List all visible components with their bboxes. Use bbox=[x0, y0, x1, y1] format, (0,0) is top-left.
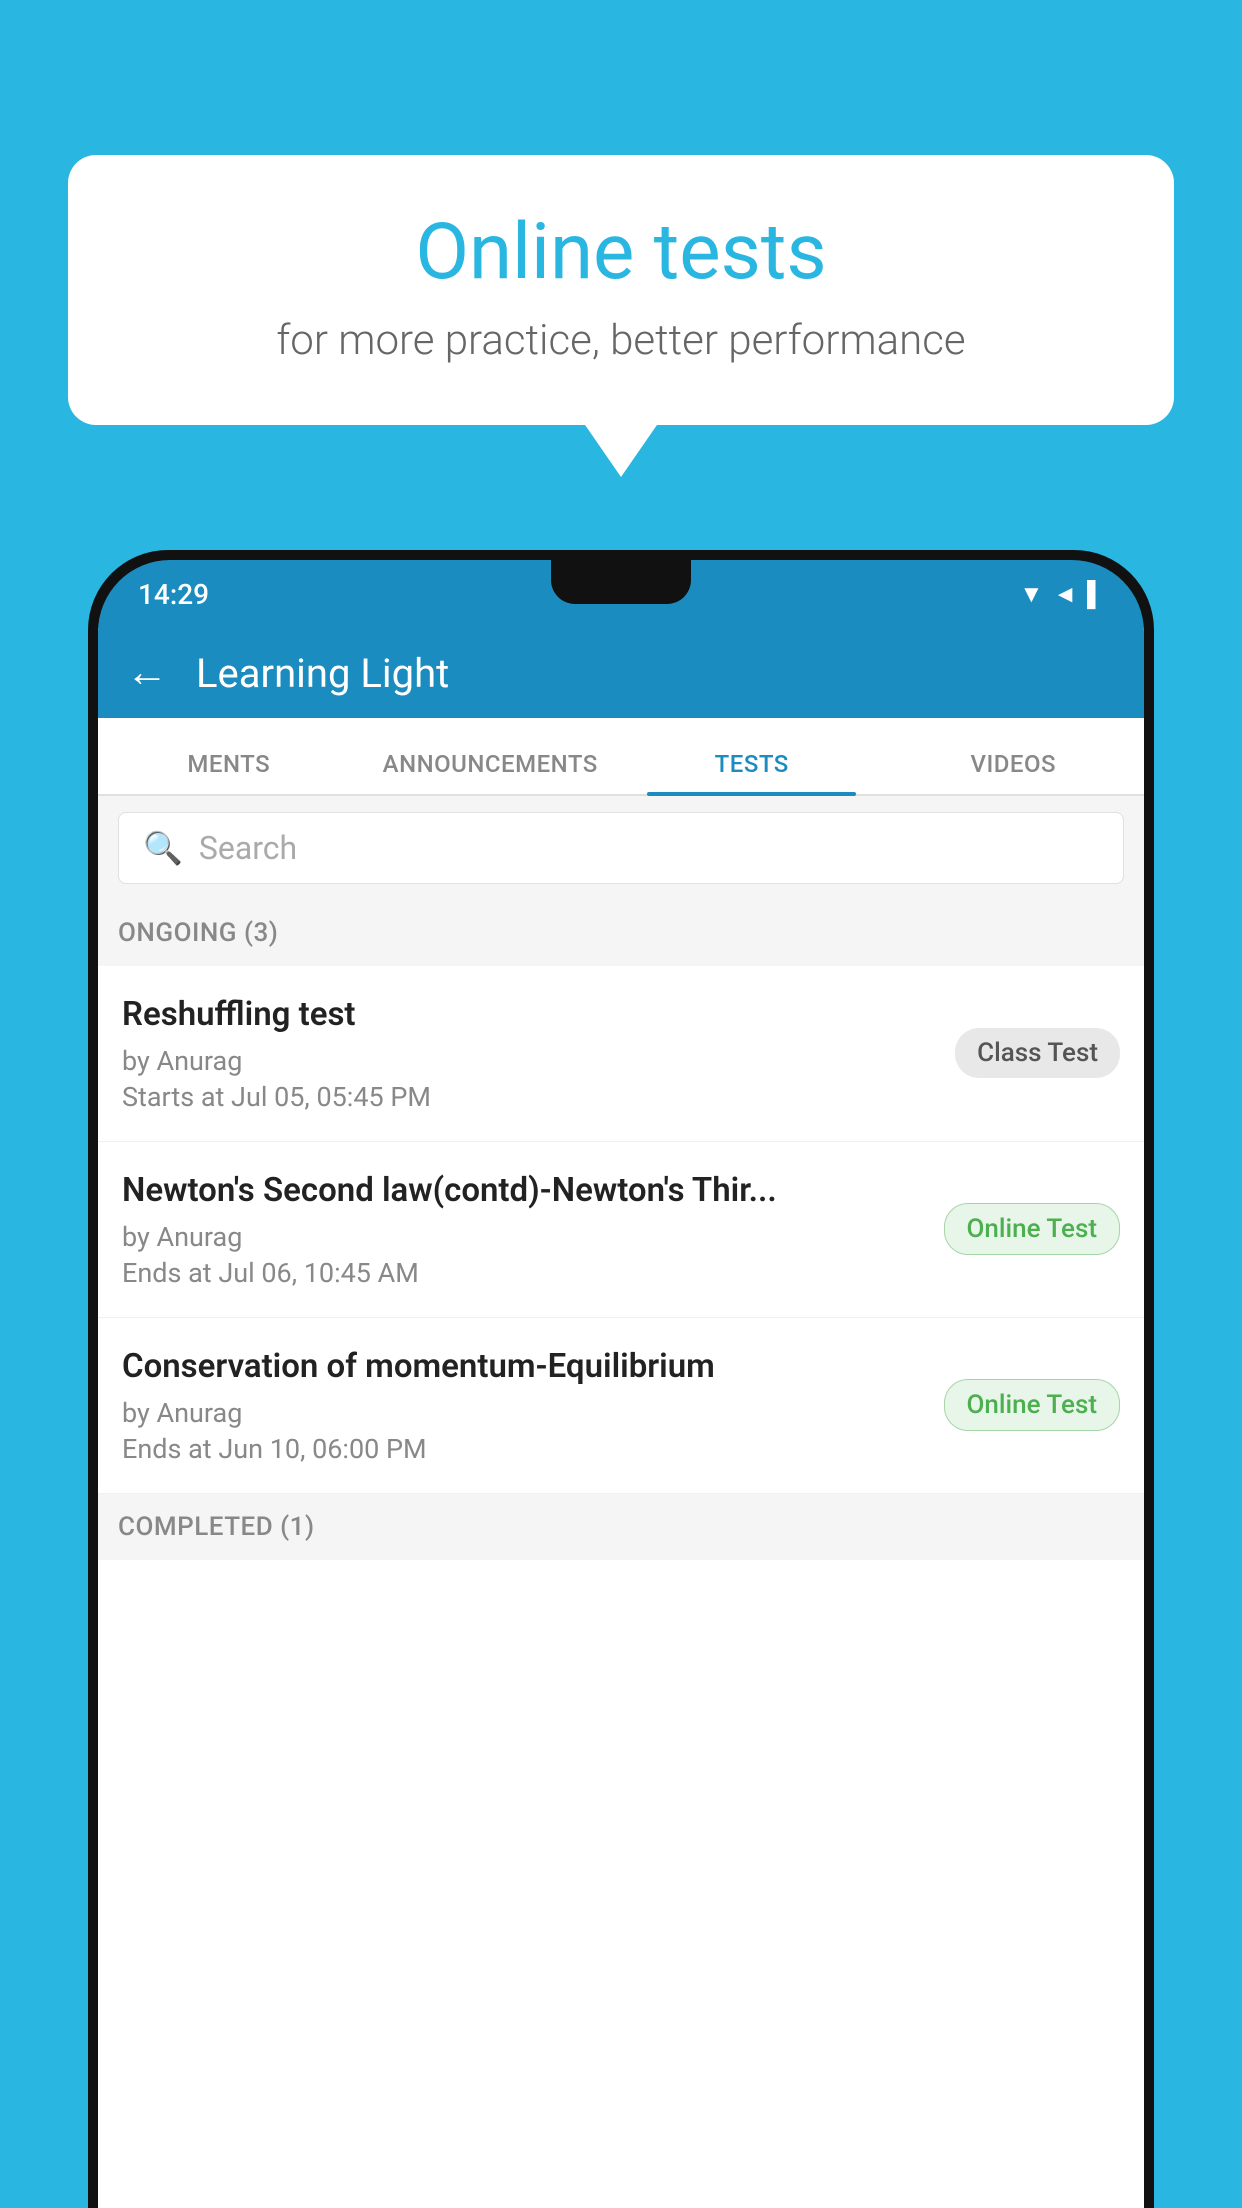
test-badge-class: Class Test bbox=[955, 1028, 1120, 1078]
test-name: Conservation of momentum-Equilibrium bbox=[122, 1346, 924, 1389]
test-item[interactable]: Reshuffling test by Anurag Starts at Jul… bbox=[98, 966, 1144, 1142]
battery-icon: ▌ bbox=[1087, 580, 1104, 609]
phone-frame: 14:29 ▼ ◄ ▌ ← Learning Light MENTS ANNOU… bbox=[88, 550, 1154, 2208]
test-info: Conservation of momentum-Equilibrium by … bbox=[122, 1346, 944, 1465]
test-item[interactable]: Conservation of momentum-Equilibrium by … bbox=[98, 1318, 1144, 1494]
tab-tests[interactable]: TESTS bbox=[621, 750, 883, 794]
status-icons: ▼ ◄ ▌ bbox=[1019, 580, 1104, 609]
tab-ments[interactable]: MENTS bbox=[98, 750, 360, 794]
test-date: Ends at Jul 06, 10:45 AM bbox=[122, 1257, 924, 1289]
tab-announcements[interactable]: ANNOUNCEMENTS bbox=[360, 750, 622, 794]
app-title: Learning Light bbox=[196, 650, 449, 697]
ongoing-section-header: ONGOING (3) bbox=[98, 900, 1144, 966]
search-container: 🔍 Search bbox=[98, 796, 1144, 900]
search-placeholder: Search bbox=[199, 829, 297, 867]
ongoing-label: ONGOING (3) bbox=[118, 918, 278, 948]
test-date: Starts at Jul 05, 05:45 PM bbox=[122, 1081, 935, 1113]
test-by: by Anurag bbox=[122, 1045, 935, 1077]
test-badge-online-2: Online Test bbox=[944, 1379, 1121, 1431]
tabs-container: MENTS ANNOUNCEMENTS TESTS VIDEOS bbox=[98, 718, 1144, 796]
test-date: Ends at Jun 10, 06:00 PM bbox=[122, 1433, 924, 1465]
completed-label: COMPLETED (1) bbox=[118, 1512, 315, 1542]
signal-icon: ◄ bbox=[1053, 580, 1077, 609]
test-item[interactable]: Newton's Second law(contd)-Newton's Thir… bbox=[98, 1142, 1144, 1318]
status-bar: 14:29 ▼ ◄ ▌ bbox=[98, 560, 1144, 628]
speech-bubble: Online tests for more practice, better p… bbox=[68, 155, 1174, 425]
bubble-subtitle: for more practice, better performance bbox=[128, 316, 1114, 365]
search-bar[interactable]: 🔍 Search bbox=[118, 812, 1124, 884]
completed-section-header: COMPLETED (1) bbox=[98, 1494, 1144, 1560]
tab-videos[interactable]: VIDEOS bbox=[883, 750, 1145, 794]
phone-inner: 14:29 ▼ ◄ ▌ ← Learning Light MENTS ANNOU… bbox=[98, 560, 1144, 2208]
wifi-icon: ▼ bbox=[1019, 580, 1043, 609]
notch bbox=[551, 560, 691, 604]
test-badge-online: Online Test bbox=[944, 1203, 1121, 1255]
test-info: Newton's Second law(contd)-Newton's Thir… bbox=[122, 1170, 944, 1289]
test-name: Newton's Second law(contd)-Newton's Thir… bbox=[122, 1170, 924, 1213]
bubble-card: Online tests for more practice, better p… bbox=[68, 155, 1174, 425]
test-info: Reshuffling test by Anurag Starts at Jul… bbox=[122, 994, 955, 1113]
app-header: ← Learning Light bbox=[98, 628, 1144, 718]
status-time: 14:29 bbox=[138, 578, 209, 611]
search-icon: 🔍 bbox=[143, 829, 183, 867]
test-name: Reshuffling test bbox=[122, 994, 935, 1037]
back-button[interactable]: ← bbox=[126, 652, 168, 694]
phone-screen: ← Learning Light MENTS ANNOUNCEMENTS TES… bbox=[98, 628, 1144, 2208]
test-by: by Anurag bbox=[122, 1397, 924, 1429]
bubble-title: Online tests bbox=[128, 210, 1114, 296]
test-by: by Anurag bbox=[122, 1221, 924, 1253]
test-list: Reshuffling test by Anurag Starts at Jul… bbox=[98, 966, 1144, 1494]
